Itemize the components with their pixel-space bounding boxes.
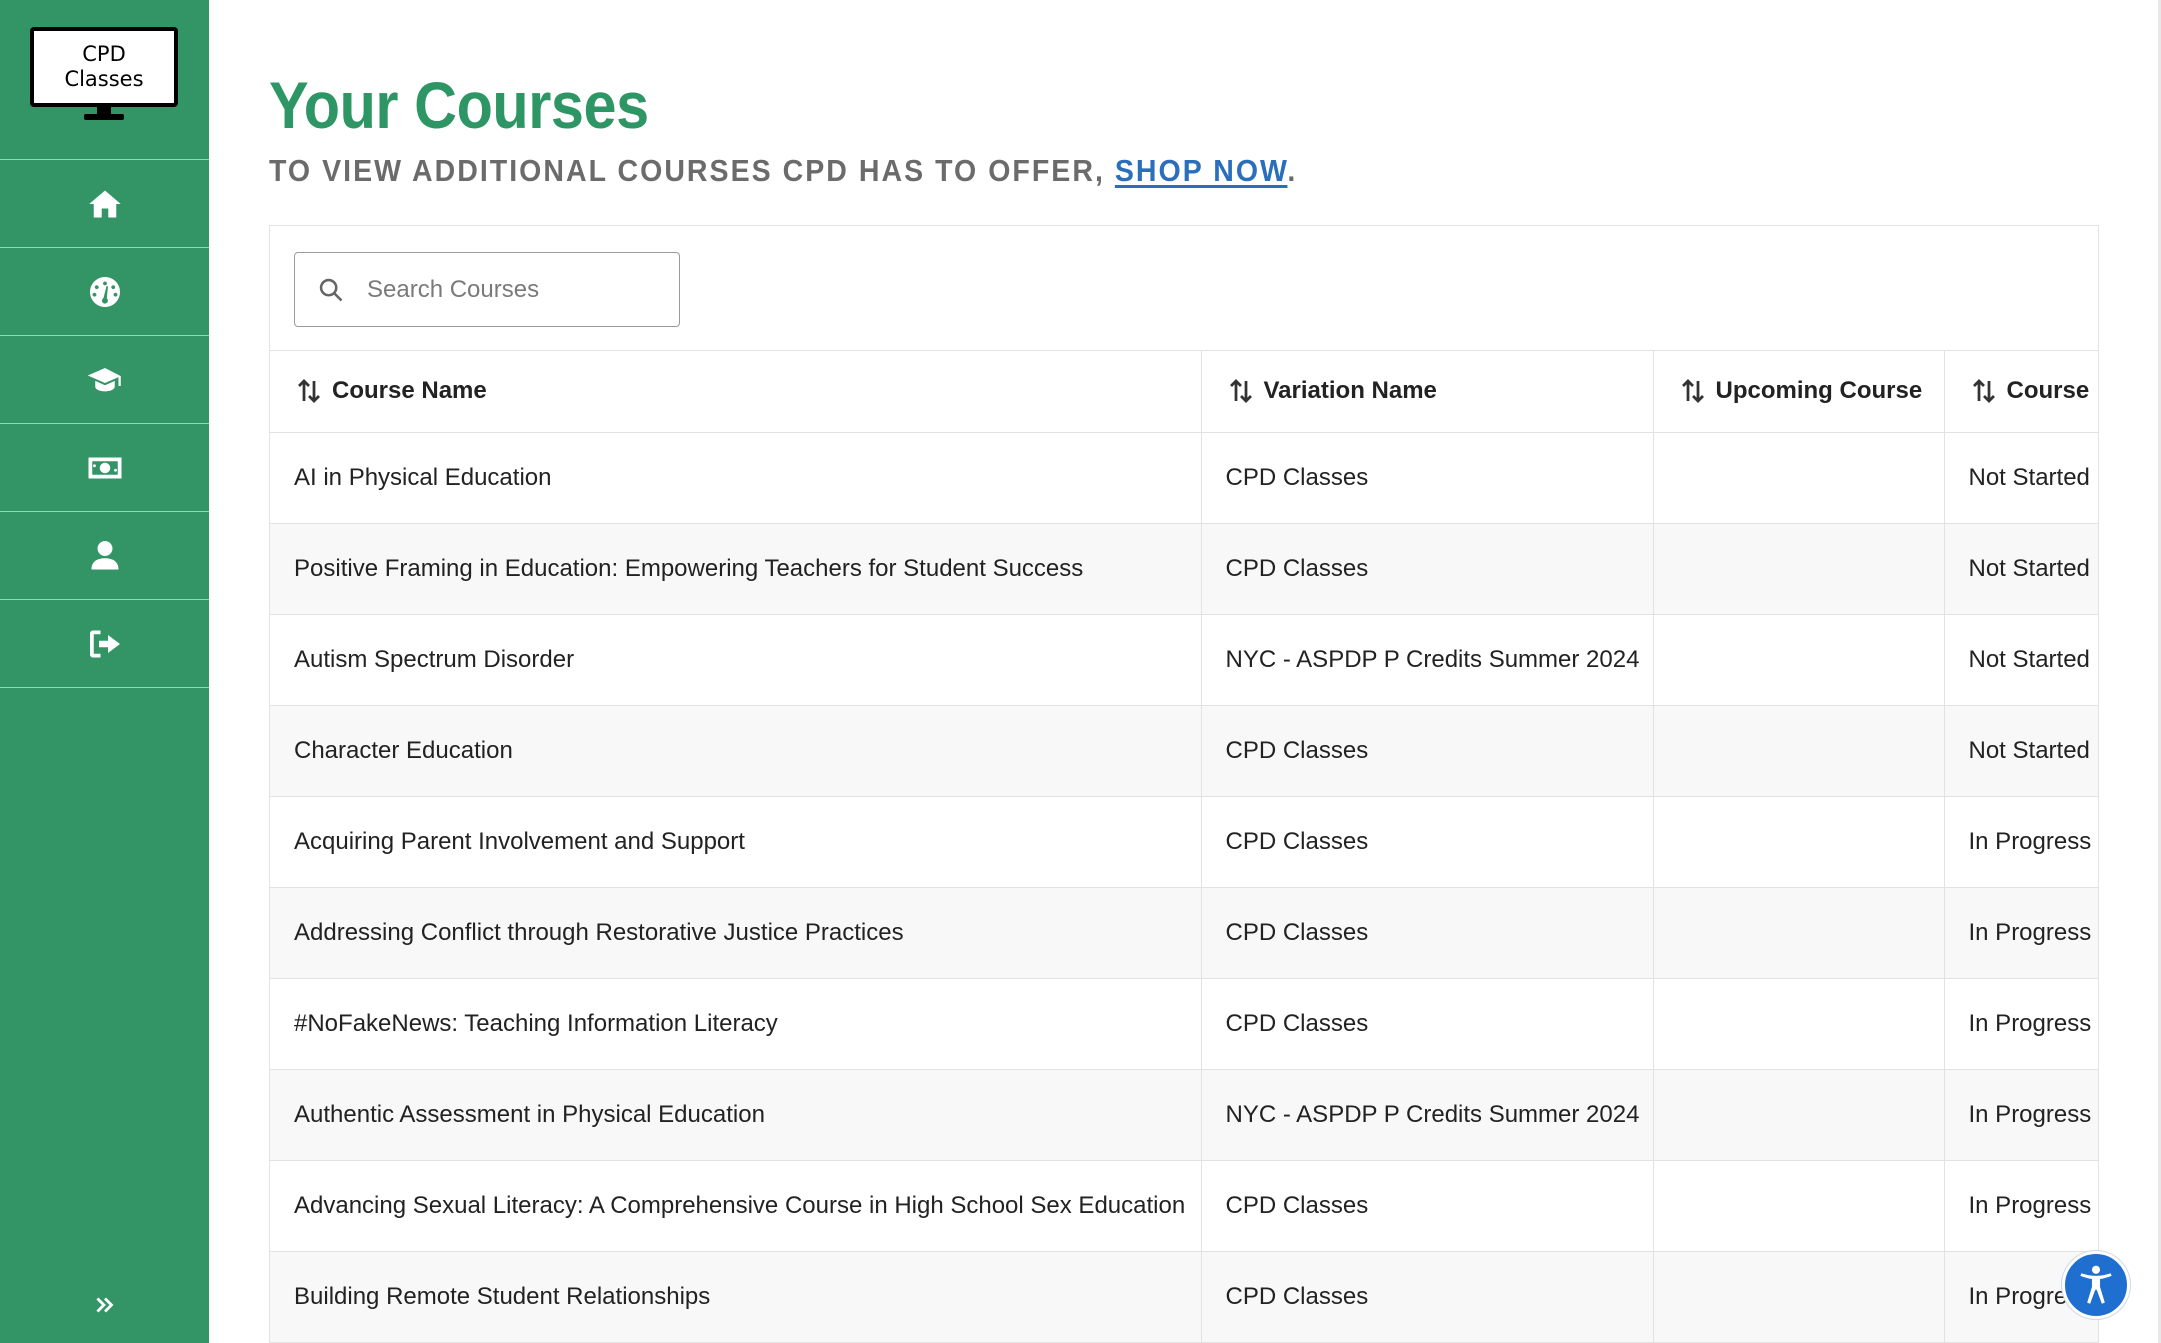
course-status-cell: In Progress <box>1944 1160 2098 1252</box>
accessibility-button[interactable] <box>2062 1251 2130 1319</box>
table-row[interactable]: Autism Spectrum Disorder NYC - ASPDP P C… <box>270 614 2098 706</box>
course-name-cell[interactable]: Character Education <box>270 705 1202 797</box>
home-icon <box>88 190 121 217</box>
course-name-cell[interactable]: Building Remote Student Relationships <box>270 1251 1202 1343</box>
variation-name-cell: CPD Classes <box>1201 978 1654 1070</box>
course-name-cell[interactable]: AI in Physical Education <box>270 432 1202 524</box>
search-box[interactable] <box>294 252 680 327</box>
variation-name-cell: CPD Classes <box>1201 705 1654 797</box>
table-header-row: Course Name Variation Name Upcoming Cour… <box>270 351 2098 433</box>
variation-name-cell: CPD Classes <box>1201 523 1654 615</box>
upcoming-course-cell <box>1653 887 1945 979</box>
column-label: Variation Name <box>1263 377 1437 405</box>
search-bar <box>270 226 2098 351</box>
course-status-cell: Not Started <box>1944 705 2098 797</box>
sidebar: CPD Classes <box>0 0 209 1343</box>
sidebar-item-logout[interactable] <box>0 600 209 688</box>
course-status-cell: In Progress <box>1944 978 2098 1070</box>
course-name-cell[interactable]: Autism Spectrum Disorder <box>270 614 1202 706</box>
upcoming-course-cell <box>1653 523 1945 615</box>
subtitle-text: TO VIEW ADDITIONAL COURSES CPD HAS TO OF… <box>269 153 1115 188</box>
accessibility-icon <box>2080 1265 2112 1304</box>
sidebar-item-payments[interactable] <box>0 424 209 512</box>
table-row[interactable]: Authentic Assessment in Physical Educati… <box>270 1069 2098 1161</box>
sidebar-item-dashboard[interactable] <box>0 248 209 336</box>
user-icon <box>91 540 118 569</box>
column-header-variation-name[interactable]: Variation Name <box>1201 351 1654 433</box>
variation-name-cell: CPD Classes <box>1201 887 1654 979</box>
table-row[interactable]: #NoFakeNews: Teaching Information Litera… <box>270 978 2098 1070</box>
variation-name-cell: CPD Classes <box>1201 796 1654 888</box>
variation-name-cell: CPD Classes <box>1201 1251 1654 1343</box>
column-header-upcoming-course[interactable]: Upcoming Course <box>1653 351 1945 433</box>
sort-icon <box>1229 379 1252 404</box>
sign-out-icon <box>89 630 120 657</box>
sort-icon <box>1681 379 1704 404</box>
courses-table: Course Name Variation Name Upcoming Cour… <box>270 351 2098 1343</box>
table-row[interactable]: Positive Framing in Education: Empowerin… <box>270 523 2098 615</box>
sort-icon <box>298 379 320 404</box>
sidebar-expand-button[interactable] <box>0 1285 209 1325</box>
course-status-cell: Not Started <box>1944 614 2098 706</box>
courses-table-card: Course Name Variation Name Upcoming Cour… <box>269 225 2099 1343</box>
table-row[interactable]: Advancing Sexual Literacy: A Comprehensi… <box>270 1160 2098 1252</box>
course-status-cell: In Progress <box>1944 1069 2098 1161</box>
upcoming-course-cell <box>1653 1251 1945 1343</box>
course-status-cell: Not Started <box>1944 523 2098 615</box>
logo-text: CPD Classes <box>64 42 144 91</box>
course-name-cell[interactable]: #NoFakeNews: Teaching Information Litera… <box>270 978 1202 1070</box>
course-name-cell[interactable]: Authentic Assessment in Physical Educati… <box>270 1069 1202 1161</box>
sidebar-item-courses[interactable] <box>0 336 209 424</box>
course-status-cell: In Progress <box>1944 796 2098 888</box>
column-label: Upcoming Course <box>1715 377 1923 405</box>
gauge-icon <box>89 276 120 307</box>
logo[interactable]: CPD Classes <box>0 0 209 160</box>
upcoming-course-cell <box>1653 705 1945 797</box>
table-row[interactable]: Addressing Conflict through Restorative … <box>270 887 2098 979</box>
upcoming-course-cell <box>1653 614 1945 706</box>
course-name-cell[interactable]: Acquiring Parent Involvement and Support <box>270 796 1202 888</box>
search-input[interactable] <box>365 274 655 305</box>
variation-name-cell: CPD Classes <box>1201 1160 1654 1252</box>
variation-name-cell: NYC - ASPDP P Credits Summer 2024 <box>1201 1069 1654 1161</box>
upcoming-course-cell <box>1653 796 1945 888</box>
course-name-cell[interactable]: Advancing Sexual Literacy: A Comprehensi… <box>270 1160 1202 1252</box>
double-chevron-right-icon <box>95 1297 113 1313</box>
variation-name-cell: CPD Classes <box>1201 432 1654 524</box>
page-title: Your Courses <box>269 68 649 142</box>
page-subtitle: TO VIEW ADDITIONAL COURSES CPD HAS TO OF… <box>269 152 1297 190</box>
table-row[interactable]: Acquiring Parent Involvement and Support… <box>270 796 2098 888</box>
subtitle-period: . <box>1287 153 1298 188</box>
course-name-cell[interactable]: Addressing Conflict through Restorative … <box>270 887 1202 979</box>
variation-name-cell: NYC - ASPDP P Credits Summer 2024 <box>1201 614 1654 706</box>
column-label: Course <box>2006 377 2090 405</box>
course-status-cell: In Progress <box>1944 887 2098 979</box>
table-row[interactable]: Character Education CPD Classes Not Star… <box>270 705 2098 797</box>
upcoming-course-cell <box>1653 432 1945 524</box>
sidebar-item-home[interactable] <box>0 160 209 248</box>
money-icon <box>88 457 121 478</box>
upcoming-course-cell <box>1653 1069 1945 1161</box>
shop-now-link[interactable]: SHOP NOW <box>1115 153 1288 188</box>
upcoming-course-cell <box>1653 1160 1945 1252</box>
logo-monitor: CPD Classes <box>30 27 178 107</box>
sort-icon <box>1972 379 1995 404</box>
sidebar-item-account[interactable] <box>0 512 209 600</box>
search-icon <box>319 278 343 301</box>
column-label: Course Name <box>332 377 487 405</box>
logo-base <box>84 114 124 120</box>
table-row[interactable]: AI in Physical Education CPD Classes Not… <box>270 432 2098 524</box>
course-status-cell: Not Started <box>1944 432 2098 524</box>
table-row[interactable]: Building Remote Student Relationships CP… <box>270 1251 2098 1343</box>
upcoming-course-cell <box>1653 978 1945 1070</box>
graduation-cap-icon <box>87 367 121 391</box>
table-body: AI in Physical Education CPD Classes Not… <box>270 432 2098 1343</box>
column-header-course-status[interactable]: Course <box>1944 351 2098 433</box>
course-name-cell[interactable]: Positive Framing in Education: Empowerin… <box>270 523 1202 615</box>
column-header-course-name[interactable]: Course Name <box>270 351 1202 433</box>
